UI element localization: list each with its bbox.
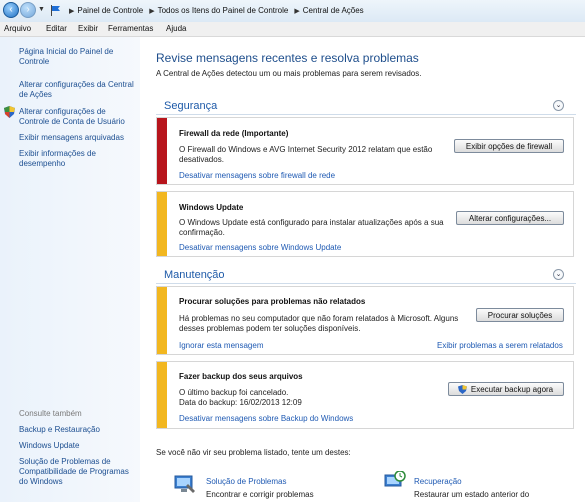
backup-body: O último backup foi cancelado.: [179, 388, 289, 397]
dropdown-icon[interactable]: ▼: [38, 6, 45, 13]
solutions-card: Procurar soluções para problemas não rel…: [156, 286, 574, 355]
warning-bar: [157, 192, 167, 256]
change-settings-button[interactable]: Alterar configurações...: [456, 211, 564, 225]
run-backup-button[interactable]: Executar backup agora: [448, 382, 564, 396]
backup-card: Fazer backup dos seus arquivos O último …: [156, 361, 574, 429]
sidebar-link-compatibility[interactable]: Solução de Problemas de Compatibilidade …: [19, 457, 137, 487]
see-also-title: Consulte também: [19, 409, 82, 418]
firewall-card: Firewall da rede (Importante) O Firewall…: [156, 117, 574, 185]
windows-update-body: O Windows Update está configurado para i…: [179, 218, 444, 237]
solutions-body: Há problemas no seu computador que não f…: [179, 314, 459, 333]
search-solutions-button[interactable]: Procurar soluções: [476, 308, 564, 322]
breadcrumb-separator: ▶: [69, 8, 75, 15]
breadcrumb-separator: ▶: [294, 8, 300, 15]
firewall-title: Firewall da rede (Importante): [179, 129, 289, 138]
back-icon[interactable]: ‹: [3, 2, 19, 18]
menu-bar: Arquivo Editar Exibir Ferramentas Ajuda: [0, 22, 585, 37]
breadcrumb-item[interactable]: Todos os Itens do Painel de Controle: [158, 6, 289, 15]
chevron-down-icon[interactable]: ⌄: [553, 100, 564, 111]
warning-bar: [157, 287, 167, 354]
breadcrumb: ▶ Painel de Controle ▶ Todos os Itens do Pa…: [66, 6, 367, 15]
solutions-title: Procurar soluções para problemas não rel…: [179, 297, 366, 306]
chevron-down-icon[interactable]: ⌄: [553, 269, 564, 280]
ignore-message-link[interactable]: Ignorar esta mensagem: [179, 341, 264, 350]
section-maintenance-title: Manutenção: [164, 269, 225, 281]
troubleshoot-desc: Encontrar e corrigir problemas: [206, 490, 314, 499]
firewall-disable-link[interactable]: Desativar mensagens sobre firewall de re…: [179, 171, 335, 180]
windows-update-disable-link[interactable]: Desativar mensagens sobre Windows Update: [179, 243, 341, 252]
page-subtitle: A Central de Ações detectou um ou mais p…: [156, 69, 422, 78]
sidebar-link-performance[interactable]: Exibir informações de desempenho: [19, 149, 119, 169]
sidebar-link-windows-update[interactable]: Windows Update: [19, 441, 137, 451]
firewall-body: O Firewall do Windows e AVG Internet Sec…: [179, 145, 433, 164]
try-these-text: Se você não vir seu problema listado, te…: [156, 448, 351, 457]
breadcrumb-item[interactable]: Painel de Controle: [77, 6, 143, 15]
menu-exibir[interactable]: Exibir: [78, 24, 98, 33]
sidebar-link-backup[interactable]: Backup e Restauração: [19, 425, 137, 435]
backup-date: Data do backup: 16/02/2013 12:09: [179, 398, 302, 407]
uac-shield-icon: [4, 106, 15, 118]
menu-ajuda[interactable]: Ajuda: [166, 24, 186, 33]
menu-ferramentas[interactable]: Ferramentas: [108, 24, 153, 33]
troubleshoot-icon: [174, 475, 195, 493]
main-content: Revise mensagens recentes e resolva prob…: [140, 37, 585, 502]
address-bar: ‹ › ▼ ▶ Painel de Controle ▶ Todos os Itens…: [0, 0, 585, 23]
firewall-options-button[interactable]: Exibir opções de firewall: [454, 139, 564, 153]
menu-editar[interactable]: Editar: [46, 24, 67, 33]
sidebar: Página Inicial do Painel de Controle Alt…: [0, 37, 140, 502]
forward-icon[interactable]: ›: [20, 2, 36, 18]
windows-update-title: Windows Update: [179, 203, 244, 212]
section-divider: [156, 283, 576, 284]
critical-bar: [157, 118, 167, 184]
section-security-title: Segurança: [164, 100, 218, 112]
section-divider: [156, 114, 576, 115]
sidebar-link-archived-messages[interactable]: Exibir mensagens arquivadas: [19, 133, 137, 143]
recovery-link[interactable]: Recuperação: [414, 477, 462, 486]
menu-arquivo[interactable]: Arquivo: [4, 24, 31, 33]
view-problems-link[interactable]: Exibir problemas a serem relatados: [437, 341, 563, 350]
sidebar-link-home[interactable]: Página Inicial do Painel de Controle: [19, 47, 137, 67]
sidebar-link-action-center-settings[interactable]: Alterar configurações da Central de Açõe…: [19, 80, 137, 100]
recovery-icon: [384, 471, 406, 487]
backup-title: Fazer backup dos seus arquivos: [179, 372, 303, 381]
breadcrumb-separator: ▶: [149, 8, 155, 15]
page-title: Revise mensagens recentes e resolva prob…: [156, 51, 419, 65]
breadcrumb-item[interactable]: Central de Ações: [303, 6, 364, 15]
backup-shield-icon: [458, 385, 467, 394]
flag-icon: [51, 5, 60, 16]
warning-bar: [157, 362, 167, 428]
windows-update-card: Windows Update O Windows Update está con…: [156, 191, 574, 257]
troubleshoot-link[interactable]: Solução de Problemas: [206, 477, 287, 486]
run-backup-label: Executar backup agora: [470, 385, 554, 394]
backup-disable-link[interactable]: Desativar mensagens sobre Backup do Wind…: [179, 414, 353, 423]
recovery-desc: Restaurar um estado anterior do: [414, 490, 530, 499]
sidebar-link-uac[interactable]: Alterar configurações de Controle de Con…: [19, 107, 137, 127]
